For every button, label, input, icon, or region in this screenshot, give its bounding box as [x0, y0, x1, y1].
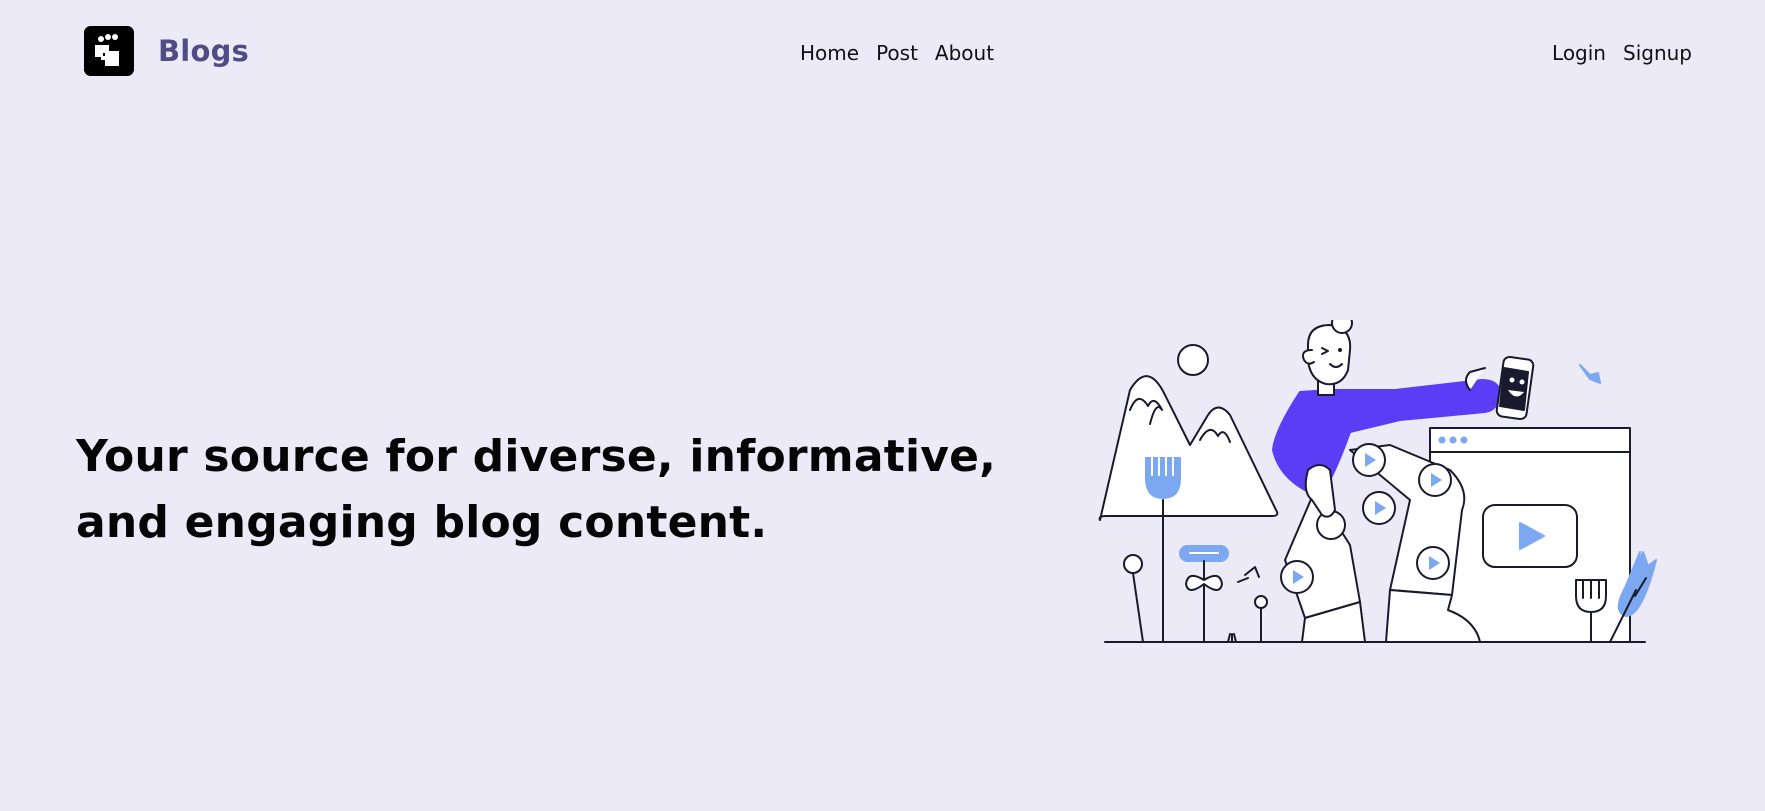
hero-headline: Your source for diverse, informative, an…	[76, 424, 1056, 556]
signup-link[interactable]: Signup	[1623, 40, 1692, 66]
auth-nav: Login Signup	[1552, 40, 1692, 66]
nav-about-link[interactable]: About	[935, 40, 994, 66]
nav-home-link[interactable]: Home	[800, 40, 859, 66]
nav-post-link[interactable]: Post	[876, 40, 918, 66]
hero-section: Your source for diverse, informative, an…	[76, 424, 1056, 556]
page: Blogs Home Post About Login Signup Your …	[0, 0, 1765, 811]
hero-illustration	[1090, 312, 1670, 650]
community-logo-icon	[84, 26, 134, 76]
brand-name: Blogs	[158, 34, 249, 68]
site-header: Blogs Home Post About Login Signup	[0, 0, 1765, 106]
headline-line-2: and engaging blog content.	[76, 497, 768, 548]
headline-line-1: Your source for diverse, informative,	[76, 431, 997, 482]
brand-link[interactable]: Blogs	[84, 26, 249, 76]
login-link[interactable]: Login	[1552, 40, 1606, 66]
main-nav: Home Post About	[800, 40, 994, 66]
